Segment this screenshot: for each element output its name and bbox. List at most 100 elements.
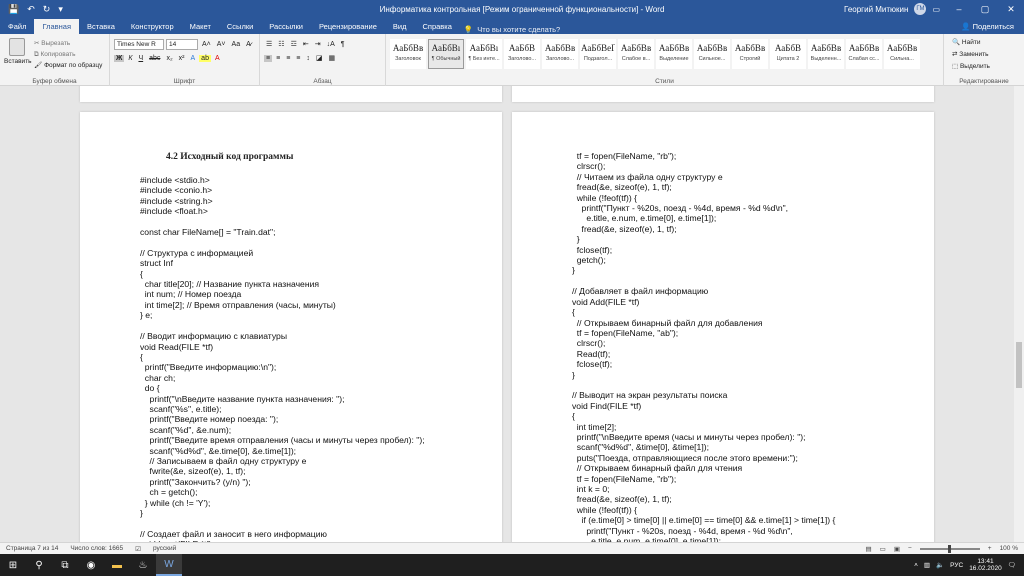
page-right[interactable]: tf = fopen(FileName, "rb"); clrscr(); //… — [512, 112, 934, 542]
underline-icon[interactable]: Ч — [136, 55, 145, 62]
tell-me-input[interactable]: Что вы хотите сделать? — [477, 25, 560, 34]
select-button[interactable]: ⬚ Выделить — [948, 61, 1020, 73]
avatar[interactable]: ГМ — [914, 3, 927, 15]
font-size-select[interactable]: 14 — [166, 38, 198, 50]
style-item[interactable]: АаБбВв Выделение — [656, 39, 692, 69]
strikethrough-icon[interactable]: abc — [147, 55, 162, 62]
style-item[interactable]: АаБбВв Строгий — [732, 39, 768, 69]
decrease-indent-icon[interactable]: ⇤ — [301, 40, 311, 48]
pilcrow-icon[interactable]: ¶ — [339, 41, 347, 48]
font-name-select[interactable]: Times New R — [114, 38, 164, 50]
format-painter-button[interactable]: 🖌 Формат по образцу — [34, 60, 102, 71]
share-button[interactable]: 👤 Поделиться — [961, 19, 1024, 34]
align-right-icon[interactable]: ≡ — [284, 55, 292, 62]
tab-mailings[interactable]: Рассылки — [261, 19, 311, 34]
style-item[interactable]: АаБбВı ¶ Без инте... — [466, 39, 502, 69]
code-block-right[interactable]: tf = fopen(FileName, "rb"); clrscr(); //… — [572, 151, 835, 542]
windows-start-icon[interactable]: ⊞ — [0, 554, 26, 576]
grow-font-icon[interactable]: A˄ — [200, 41, 213, 48]
line-spacing-icon[interactable]: ↕ — [304, 55, 312, 62]
change-case-icon[interactable]: Aa — [230, 41, 243, 48]
browser-icon[interactable]: ◉ — [78, 554, 104, 576]
tab-home[interactable]: Главная — [34, 19, 79, 34]
page-count[interactable]: Страница 7 из 14 — [0, 545, 64, 552]
undo-icon[interactable]: ↶ — [27, 4, 35, 15]
style-item[interactable]: АаБбВв Заголово... — [542, 39, 578, 69]
sort-icon[interactable]: ↓A — [325, 41, 337, 48]
page-left[interactable]: 4.2 Исходный код программы #include <std… — [80, 112, 502, 542]
style-item[interactable]: АаБбВв Заголовок — [390, 39, 426, 69]
style-item[interactable]: АаБбВı ¶ Обычный — [428, 39, 464, 69]
text-effects-icon[interactable]: A — [189, 55, 198, 62]
style-item[interactable]: АаБбВеГ Подзагол... — [580, 39, 616, 69]
maximize-icon[interactable]: ▢ — [972, 4, 998, 15]
tab-references[interactable]: Ссылки — [219, 19, 261, 34]
customize-qat-icon[interactable]: ▾ — [58, 4, 63, 15]
style-item[interactable]: АаБбВ Цитата 2 — [770, 39, 806, 69]
tab-view[interactable]: Вид — [385, 19, 415, 34]
user-area[interactable]: Георгий Митюкин ГМ ▭ — [844, 3, 946, 15]
search-icon[interactable]: ⚲ — [26, 554, 52, 576]
save-icon[interactable]: 💾 — [8, 4, 19, 15]
increase-indent-icon[interactable]: ⇥ — [313, 40, 323, 48]
superscript-icon[interactable]: x² — [177, 55, 187, 62]
shrink-font-icon[interactable]: A˅ — [215, 41, 228, 48]
read-mode-icon[interactable]: ▭ — [880, 545, 886, 553]
redo-icon[interactable]: ↻ — [43, 4, 51, 15]
tab-help[interactable]: Справка — [414, 19, 459, 34]
network-icon[interactable]: ▥ — [924, 561, 930, 569]
shading-icon[interactable]: ◪ — [314, 54, 325, 62]
notifications-icon[interactable]: 🗨 — [1008, 561, 1016, 569]
style-item[interactable]: АаБбВв Слабая сс... — [846, 39, 882, 69]
task-view-icon[interactable]: ⧉ — [52, 554, 78, 576]
zoom-slider[interactable] — [919, 544, 980, 553]
zoom-in-icon[interactable]: + — [988, 545, 992, 552]
italic-icon[interactable]: К — [126, 55, 134, 62]
align-left-icon[interactable]: ≡ — [264, 54, 273, 62]
numbering-icon[interactable]: ☷ — [276, 40, 286, 48]
clear-format-icon[interactable]: A̷ — [244, 41, 253, 48]
bullets-icon[interactable]: ☰ — [264, 40, 274, 48]
justify-icon[interactable]: ≡ — [294, 55, 302, 62]
bold-icon[interactable]: Ж — [114, 54, 125, 62]
style-item[interactable]: АаБбВ Заголово... — [504, 39, 540, 69]
language[interactable]: русский — [147, 545, 182, 552]
align-center-icon[interactable]: ≡ — [274, 55, 282, 62]
tab-insert[interactable]: Вставка — [79, 19, 123, 34]
clock[interactable]: 13:41 16.02.2020 — [969, 558, 1002, 573]
copy-button[interactable]: ⧉ Копировать — [34, 49, 102, 60]
style-item[interactable]: АаБбВв Слабое в... — [618, 39, 654, 69]
input-language[interactable]: РУС — [950, 562, 963, 569]
zoom-out-icon[interactable]: − — [908, 545, 912, 552]
zoom-slider-handle[interactable] — [947, 544, 951, 553]
file-explorer-icon[interactable]: ▬ — [104, 554, 130, 576]
subscript-icon[interactable]: x₂ — [164, 55, 174, 62]
document-area[interactable]: 4.2 Исходный код программы #include <std… — [0, 86, 1014, 542]
font-color-icon[interactable]: A — [213, 55, 222, 62]
style-item[interactable]: АаБбВв Сильна... — [884, 39, 920, 69]
replace-button[interactable]: ⇄ Заменить — [948, 49, 1020, 61]
word-count[interactable]: Число слов: 1665 — [64, 545, 129, 552]
tray-chevron-icon[interactable]: ˄ — [914, 562, 918, 569]
steam-icon[interactable]: ♨ — [130, 554, 156, 576]
focus-mode-icon[interactable]: ▤ — [866, 545, 872, 553]
style-item[interactable]: АаБбВв Выделенн... — [808, 39, 844, 69]
tab-layout[interactable]: Макет — [182, 19, 219, 34]
tab-review[interactable]: Рецензирование — [311, 19, 385, 34]
close-icon[interactable]: ✕ — [998, 4, 1024, 15]
multilevel-list-icon[interactable]: ☲ — [289, 40, 299, 48]
code-block-left[interactable]: #include <stdio.h> #include <conio.h> #i… — [140, 175, 425, 542]
paste-button[interactable]: Вставить — [4, 38, 32, 65]
cut-button[interactable]: ✂ Вырезать — [34, 38, 102, 49]
style-item[interactable]: АаБбВв Сильное... — [694, 39, 730, 69]
proofing-icon[interactable]: ☑ — [129, 545, 147, 553]
print-layout-icon[interactable]: ▣ — [894, 545, 900, 553]
ribbon-display-icon[interactable]: ▭ — [932, 5, 940, 14]
highlight-icon[interactable]: ab — [199, 54, 211, 62]
tab-design[interactable]: Конструктор — [123, 19, 182, 34]
borders-icon[interactable]: ▦ — [327, 54, 338, 62]
word-app-icon[interactable]: W — [156, 554, 182, 576]
zoom-level[interactable]: 100 % — [1000, 545, 1018, 552]
volume-icon[interactable]: 🔈 — [936, 561, 944, 569]
find-button[interactable]: 🔍 Найти — [948, 37, 1020, 49]
